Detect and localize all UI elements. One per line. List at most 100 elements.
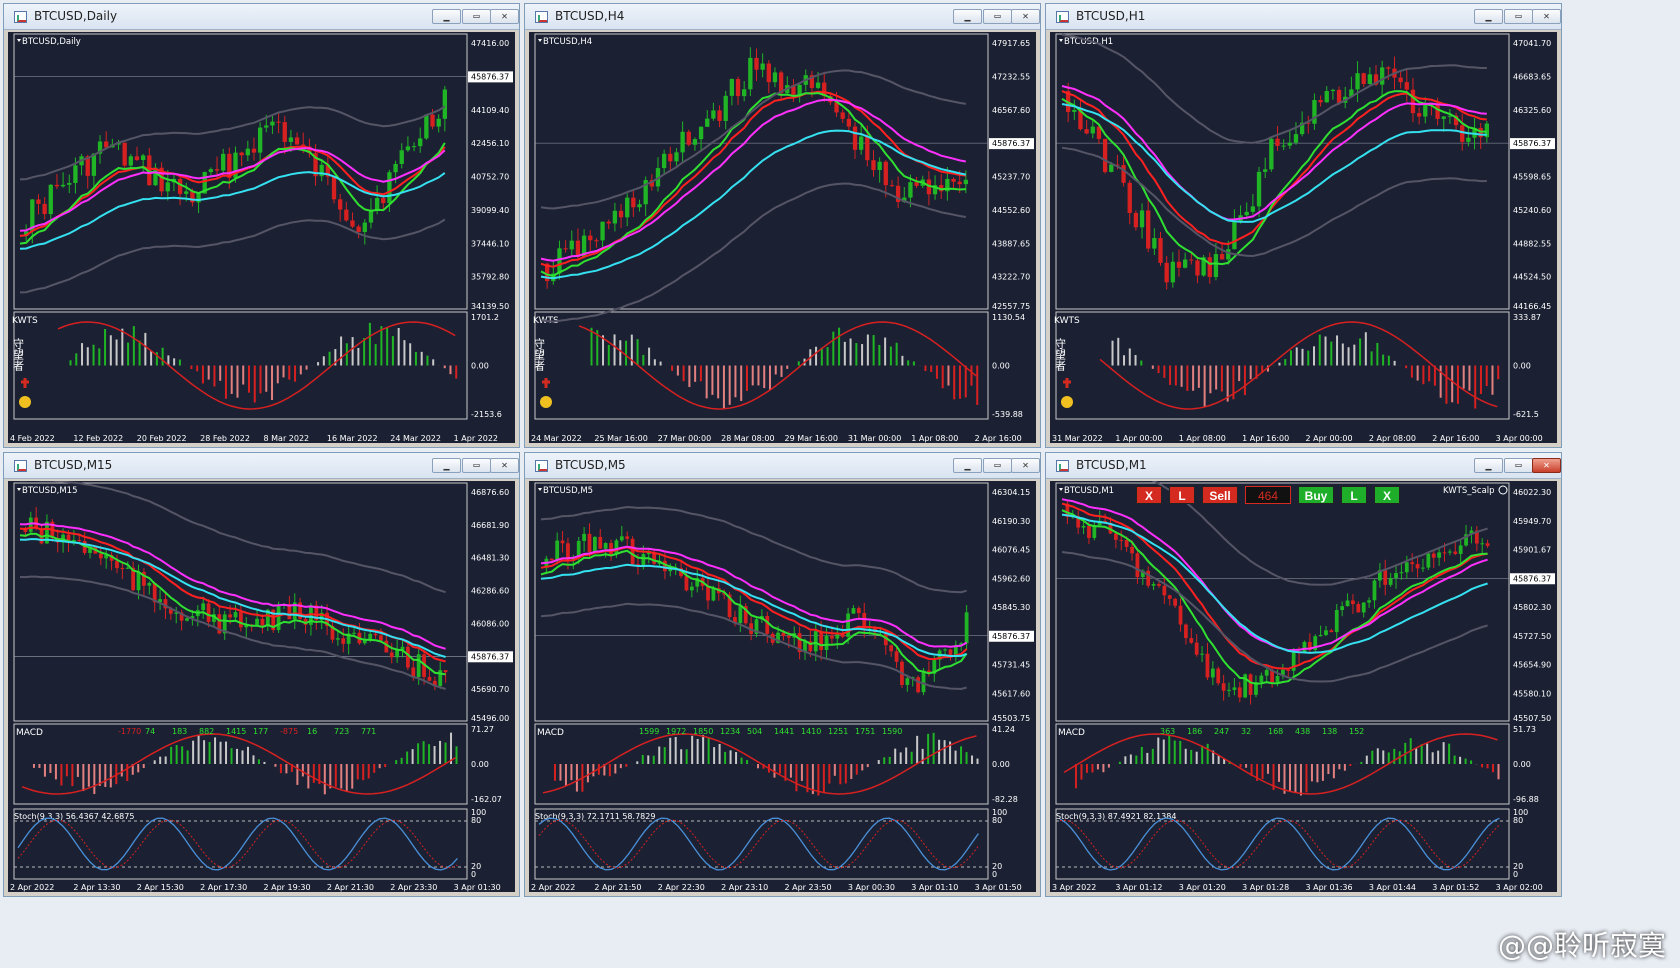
candle-body: [373, 633, 378, 636]
close-button[interactable]: ✕: [490, 458, 519, 473]
time-axis-tick: 3 Apr 02:00: [1496, 883, 1543, 892]
histogram-bar: [1129, 754, 1132, 764]
maximize-button[interactable]: ▭: [983, 458, 1012, 473]
histogram-bar: [1151, 748, 1154, 764]
histogram-bar: [170, 746, 173, 764]
maximize-button[interactable]: ▭: [983, 9, 1012, 24]
close-button[interactable]: ✕: [1011, 458, 1040, 473]
window-titlebar[interactable]: BTCUSD,M5 ▁ ▭ ✕: [525, 453, 1040, 479]
lock-sell-button[interactable]: L: [1169, 486, 1195, 504]
window-titlebar[interactable]: BTCUSD,H1 ▁ ▭ ✕: [1046, 4, 1561, 30]
candle-body: [128, 156, 133, 166]
chart-window-5[interactable]: BTCUSD,M1 ▁ ▭ ✕ BTCUSD,M1 46022.30 45949.70 459…: [1045, 452, 1562, 897]
candle-body: [1121, 165, 1126, 183]
histogram-bar: [1364, 332, 1367, 366]
chart-window-icon: [1056, 11, 1069, 23]
window-titlebar[interactable]: BTCUSD,M15 ▁ ▭ ✕: [4, 453, 519, 479]
price-axis-tick: 35792.80: [471, 273, 509, 282]
histogram-bar: [1301, 348, 1304, 366]
histogram-bar: [894, 748, 897, 764]
candle-body: [723, 95, 728, 121]
chart-area[interactable]: BTCUSD,H4 47917.65 47232.55 46567.60 45876.3…: [529, 32, 1036, 443]
histogram-bar: [941, 365, 944, 389]
close-button[interactable]: ✕: [1532, 9, 1561, 24]
chart-area[interactable]: BTCUSD,M1 46022.30 45949.70 45901.67 45876.3…: [1050, 481, 1557, 892]
maximize-button[interactable]: ▭: [462, 9, 491, 24]
candle-body: [1380, 67, 1385, 85]
price-axis-tick: 45654.90: [1513, 661, 1551, 670]
candle-body: [1416, 113, 1422, 117]
time-axis-tick: 2 Apr 00:00: [1306, 434, 1353, 443]
close-button[interactable]: ✕: [490, 9, 519, 24]
histogram-bar: [1464, 758, 1467, 764]
histogram-bar: [201, 365, 204, 384]
histogram-bar: [161, 347, 164, 366]
candle-body: [698, 126, 704, 140]
histogram-bar: [564, 764, 567, 786]
candle-body: [1435, 104, 1440, 119]
histogram-value: -875: [280, 727, 298, 736]
time-axis-tick: 4 Feb 2022: [10, 434, 55, 443]
chart-window-1[interactable]: BTCUSD,H4 ▁ ▭ ✕ BTCUSD,H4 47917.65 47232.55 465…: [524, 3, 1041, 448]
chart-area[interactable]: BTCUSD,M5 46304.15 46190.30 46076.45 45962.6…: [529, 481, 1036, 892]
minimize-button[interactable]: ▁: [1474, 458, 1503, 473]
histogram-bar: [910, 751, 913, 764]
chart-window-0[interactable]: BTCUSD,Daily ▁ ▭ ✕ BTCUSD,Daily 47416.00 45876…: [3, 3, 520, 448]
chart-window-3[interactable]: BTCUSD,M15 ▁ ▭ ✕ BTCUSD,M15 46876.60 46681.90 4…: [3, 452, 520, 897]
histogram-bar: [722, 365, 725, 410]
maximize-button[interactable]: ▭: [1504, 458, 1533, 473]
candle-body: [245, 148, 250, 156]
minimize-button[interactable]: ▁: [953, 458, 982, 473]
close-buy-button[interactable]: X: [1136, 486, 1162, 504]
histogram-value: 1234: [720, 727, 740, 736]
candle-body: [603, 543, 608, 549]
minimize-button[interactable]: ▁: [1474, 9, 1503, 24]
symbol-label: BTCUSD,H4: [543, 37, 592, 47]
buy-button[interactable]: Buy: [1298, 486, 1334, 504]
close-button[interactable]: ✕: [1011, 9, 1040, 24]
histogram-value: 438: [1295, 727, 1310, 736]
histogram-bar: [357, 347, 360, 366]
histogram-bar: [142, 764, 145, 769]
lock-buy-button[interactable]: L: [1341, 486, 1367, 504]
chart-window-4[interactable]: BTCUSD,M5 ▁ ▭ ✕ BTCUSD,M5 46304.15 46190.30 460…: [524, 452, 1041, 897]
chart-window-2[interactable]: BTCUSD,H1 ▁ ▭ ✕ BTCUSD,H1 47041.70 46683.65 463…: [1045, 3, 1562, 448]
candle-body: [1162, 585, 1167, 596]
window-titlebar[interactable]: BTCUSD,Daily ▁ ▭ ✕: [4, 4, 519, 30]
candle-body: [729, 79, 735, 96]
indicator-axis-tick: 0.00: [1513, 362, 1531, 371]
maximize-button[interactable]: ▭: [1504, 9, 1533, 24]
indicator-frame: [13, 723, 468, 805]
maximize-button[interactable]: ▭: [462, 458, 491, 473]
histogram-bar: [694, 365, 697, 382]
candle-body: [1329, 630, 1334, 633]
minimize-button[interactable]: ▁: [432, 458, 461, 473]
sell-button[interactable]: Sell: [1202, 486, 1238, 504]
window-titlebar[interactable]: BTCUSD,M1 ▁ ▭ ✕: [1046, 453, 1561, 479]
candle-body: [797, 84, 802, 95]
candle-body: [282, 122, 287, 142]
candle-body: [443, 670, 448, 673]
histogram-bar: [1353, 344, 1356, 366]
histogram-bar: [121, 328, 124, 366]
time-axis-tick: 25 Mar 16:00: [594, 434, 647, 443]
histogram-bar: [1451, 365, 1454, 403]
stoch-label: Stoch(9,3,3) 72.1711 58.7829: [535, 812, 655, 821]
candle-body: [871, 160, 876, 170]
close-sell-button[interactable]: X: [1374, 486, 1400, 504]
chart-area[interactable]: BTCUSD,Daily 47416.00 45876.37 44109.40 4245…: [8, 32, 515, 443]
candle-body: [1281, 145, 1286, 147]
candle-body: [1437, 552, 1442, 558]
chart-area[interactable]: BTCUSD,H1 47041.70 46683.65 46325.60 45876.3…: [1050, 32, 1557, 443]
minimize-button[interactable]: ▁: [953, 9, 982, 24]
window-titlebar[interactable]: BTCUSD,H4 ▁ ▭ ✕: [525, 4, 1040, 30]
minimize-button[interactable]: ▁: [432, 9, 461, 24]
histogram-bar: [138, 340, 141, 366]
chart-area[interactable]: BTCUSD,M15 46876.60 46681.90 46481.30 46286.…: [8, 481, 515, 892]
close-button[interactable]: ✕: [1532, 458, 1561, 473]
histogram-value: 186: [1187, 727, 1202, 736]
band-lower: [1061, 551, 1488, 683]
candle-body: [91, 153, 97, 176]
histogram-bar: [285, 764, 288, 774]
histogram-bar: [1085, 764, 1088, 773]
